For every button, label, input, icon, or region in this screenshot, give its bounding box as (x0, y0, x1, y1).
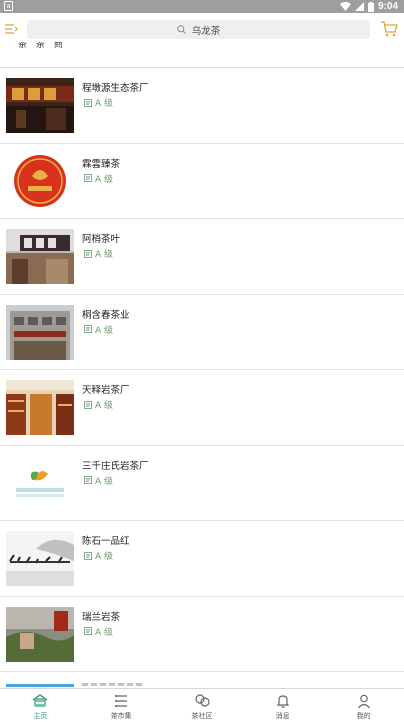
list-item[interactable]: 程墩源生态茶厂 A 级 (0, 68, 404, 144)
grade-icon (84, 325, 92, 333)
next-item-name (82, 683, 142, 686)
shop-name: 桐含春茶业 (82, 309, 130, 321)
tab-market[interactable]: 茶市集 (81, 689, 162, 722)
bell-icon (276, 695, 290, 708)
tab-community[interactable]: 茶社区 (162, 689, 243, 722)
home-icon (32, 694, 48, 707)
list-item[interactable]: 桐含春茶业 A 级 (0, 295, 404, 370)
grade-icon (84, 627, 92, 635)
list-item[interactable]: 陈石一品红 A 级 (0, 521, 404, 597)
shop-name: 三千庄氏岩茶厂 (82, 460, 149, 472)
tab-messages[interactable]: 消息 (242, 689, 323, 722)
search-input[interactable]: 乌龙茶 (27, 20, 370, 39)
list-item[interactable]: 霖雲臻茶 A 级 (0, 144, 404, 219)
list-item[interactable]: 阿梢茶叶 A 级 (0, 219, 404, 295)
list-item[interactable]: 瑞兰岩茶 A 级 (0, 597, 404, 672)
grade-icon (84, 551, 92, 560)
grade-icon (84, 400, 92, 409)
list-item[interactable]: 三千庄氏岩茶厂 A 级 (0, 446, 404, 521)
grade-badge: A 级 (84, 398, 113, 411)
grade-badge: A 级 (84, 247, 113, 260)
grade-label: A 级 (95, 325, 114, 336)
shop-name: 瑞兰岩茶 (82, 611, 121, 623)
tab-label: 消息 (275, 712, 290, 720)
shop-thumbnail (6, 229, 74, 284)
tab-profile[interactable]: 我的 (323, 689, 404, 722)
grade-label: A 级 (95, 174, 114, 185)
shop-thumbnail (6, 304, 74, 360)
bottom-tab-bar: 主页 茶市集 茶社区 消息 我的 (0, 688, 404, 722)
shop-name: 陈石一品红 (82, 536, 130, 547)
shop-thumbnail (6, 455, 74, 511)
grade-label: A 级 (95, 476, 114, 487)
signal-icon (354, 2, 364, 11)
shop-thumbnail (6, 78, 74, 133)
tab-label: 主页 (33, 712, 48, 720)
user-icon (357, 694, 370, 709)
grade-icon (84, 249, 92, 258)
grade-badge: A 级 (84, 625, 113, 638)
shop-name: 霖雲臻茶 (82, 158, 121, 170)
search-header: 乌龙茶 (0, 13, 404, 45)
grade-label: A 级 (95, 401, 114, 411)
list-icon (115, 695, 128, 707)
shop-name: 阿梢茶叶 (82, 234, 121, 245)
tab-label: 茶社区 (191, 712, 213, 720)
shop-thumbnail (6, 606, 74, 662)
community-icon (195, 694, 210, 707)
shop-thumbnail (6, 153, 74, 209)
grade-label: A 级 (95, 250, 114, 260)
notification-icon: a (4, 1, 13, 11)
shop-thumbnail (6, 531, 74, 586)
grade-badge: A 级 (84, 549, 113, 562)
tab-label: 茶市集 (110, 712, 132, 720)
cart-icon[interactable] (380, 20, 398, 38)
shop-thumbnail (6, 380, 74, 435)
next-item-thumbnail (6, 684, 74, 687)
scrolled-header-text: 茶 茶 商 (18, 42, 66, 50)
list-item[interactable]: 天释岩茶厂 A 级 (0, 370, 404, 446)
grade-label: A 级 (95, 552, 114, 562)
grade-icon (84, 174, 92, 182)
search-icon (177, 25, 186, 34)
grade-icon (84, 476, 92, 484)
grade-badge: A 级 (84, 474, 113, 487)
wifi-icon (339, 2, 351, 11)
status-time: 9:04 (377, 1, 398, 12)
shop-name: 天释岩茶厂 (82, 385, 130, 396)
shop-name: 程墩源生态茶厂 (82, 83, 149, 94)
grade-icon (84, 98, 92, 107)
grade-label: A 级 (95, 99, 114, 109)
grade-badge: A 级 (84, 96, 113, 109)
battery-icon (367, 1, 374, 12)
grade-badge: A 级 (84, 323, 113, 336)
menu-icon[interactable] (4, 22, 18, 36)
status-bar: a 9:04 (0, 0, 404, 13)
grade-badge: A 级 (84, 172, 113, 185)
shop-list: 程墩源生态茶厂 A 级 霖雲臻茶 A 级 阿梢茶叶 A 级 桐含春茶业 A 级 … (0, 68, 404, 672)
search-query: 乌龙茶 (191, 25, 221, 37)
tab-label: 我的 (356, 712, 371, 720)
grade-label: A 级 (95, 627, 114, 638)
tab-home[interactable]: 主页 (0, 689, 81, 722)
